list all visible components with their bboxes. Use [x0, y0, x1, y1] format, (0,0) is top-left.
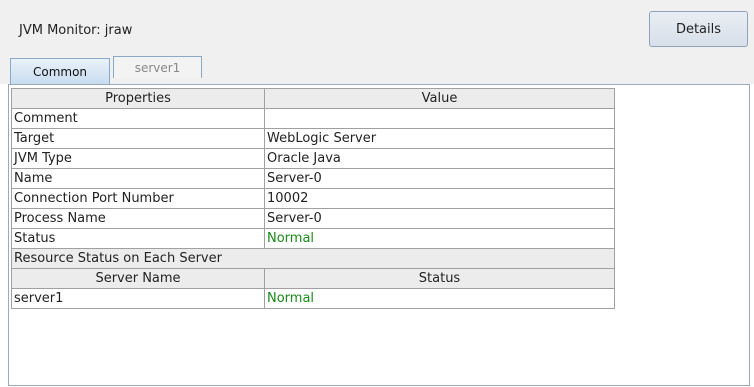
property-cell: Connection Port Number — [11, 188, 265, 209]
property-cell: Name — [11, 168, 265, 189]
value-cell: WebLogic Server — [264, 128, 615, 149]
property-cell: Process Name — [11, 208, 265, 229]
column-header-value[interactable]: Value — [264, 88, 615, 109]
column-header-status[interactable]: Status — [264, 268, 615, 289]
section-title: Resource Status on Each Server — [11, 248, 615, 269]
status-value-cell: Normal — [264, 228, 615, 249]
tab-common[interactable]: Common — [10, 58, 110, 84]
section-header-row: Resource Status on Each Server — [11, 248, 615, 269]
server-header-row: Server Name Status — [11, 268, 615, 289]
value-cell: Server-0 — [264, 208, 615, 229]
monitor-title: JVM Monitor: jraw — [19, 23, 133, 38]
value-cell — [264, 108, 615, 129]
details-button[interactable]: Details — [649, 11, 748, 47]
value-cell: Server-0 — [264, 168, 615, 189]
properties-table: Properties Value Comment Target WebLogic… — [11, 88, 615, 309]
table-row[interactable]: Process Name Server-0 — [11, 208, 615, 229]
column-header-server-name[interactable]: Server Name — [11, 268, 265, 289]
column-header-properties[interactable]: Properties — [11, 88, 265, 109]
server-name-cell: server1 — [11, 288, 265, 309]
table-row[interactable]: Name Server-0 — [11, 168, 615, 189]
server-status-cell: Normal — [264, 288, 615, 309]
table-row[interactable]: Comment — [11, 108, 615, 129]
value-cell: 10002 — [264, 188, 615, 209]
property-cell: Status — [11, 228, 265, 249]
property-cell: Target — [11, 128, 265, 149]
table-row[interactable]: Target WebLogic Server — [11, 128, 615, 149]
tab-server1[interactable]: server1 — [113, 56, 202, 78]
property-cell: Comment — [11, 108, 265, 129]
table-row[interactable]: Status Normal — [11, 228, 615, 249]
window-header: JVM Monitor: jraw — [0, 0, 754, 58]
property-cell: JVM Type — [11, 148, 265, 169]
table-row[interactable]: Connection Port Number 10002 — [11, 188, 615, 209]
value-cell: Oracle Java — [264, 148, 615, 169]
server-row[interactable]: server1 Normal — [11, 288, 615, 309]
table-row[interactable]: JVM Type Oracle Java — [11, 148, 615, 169]
table-header-row: Properties Value — [11, 88, 615, 109]
